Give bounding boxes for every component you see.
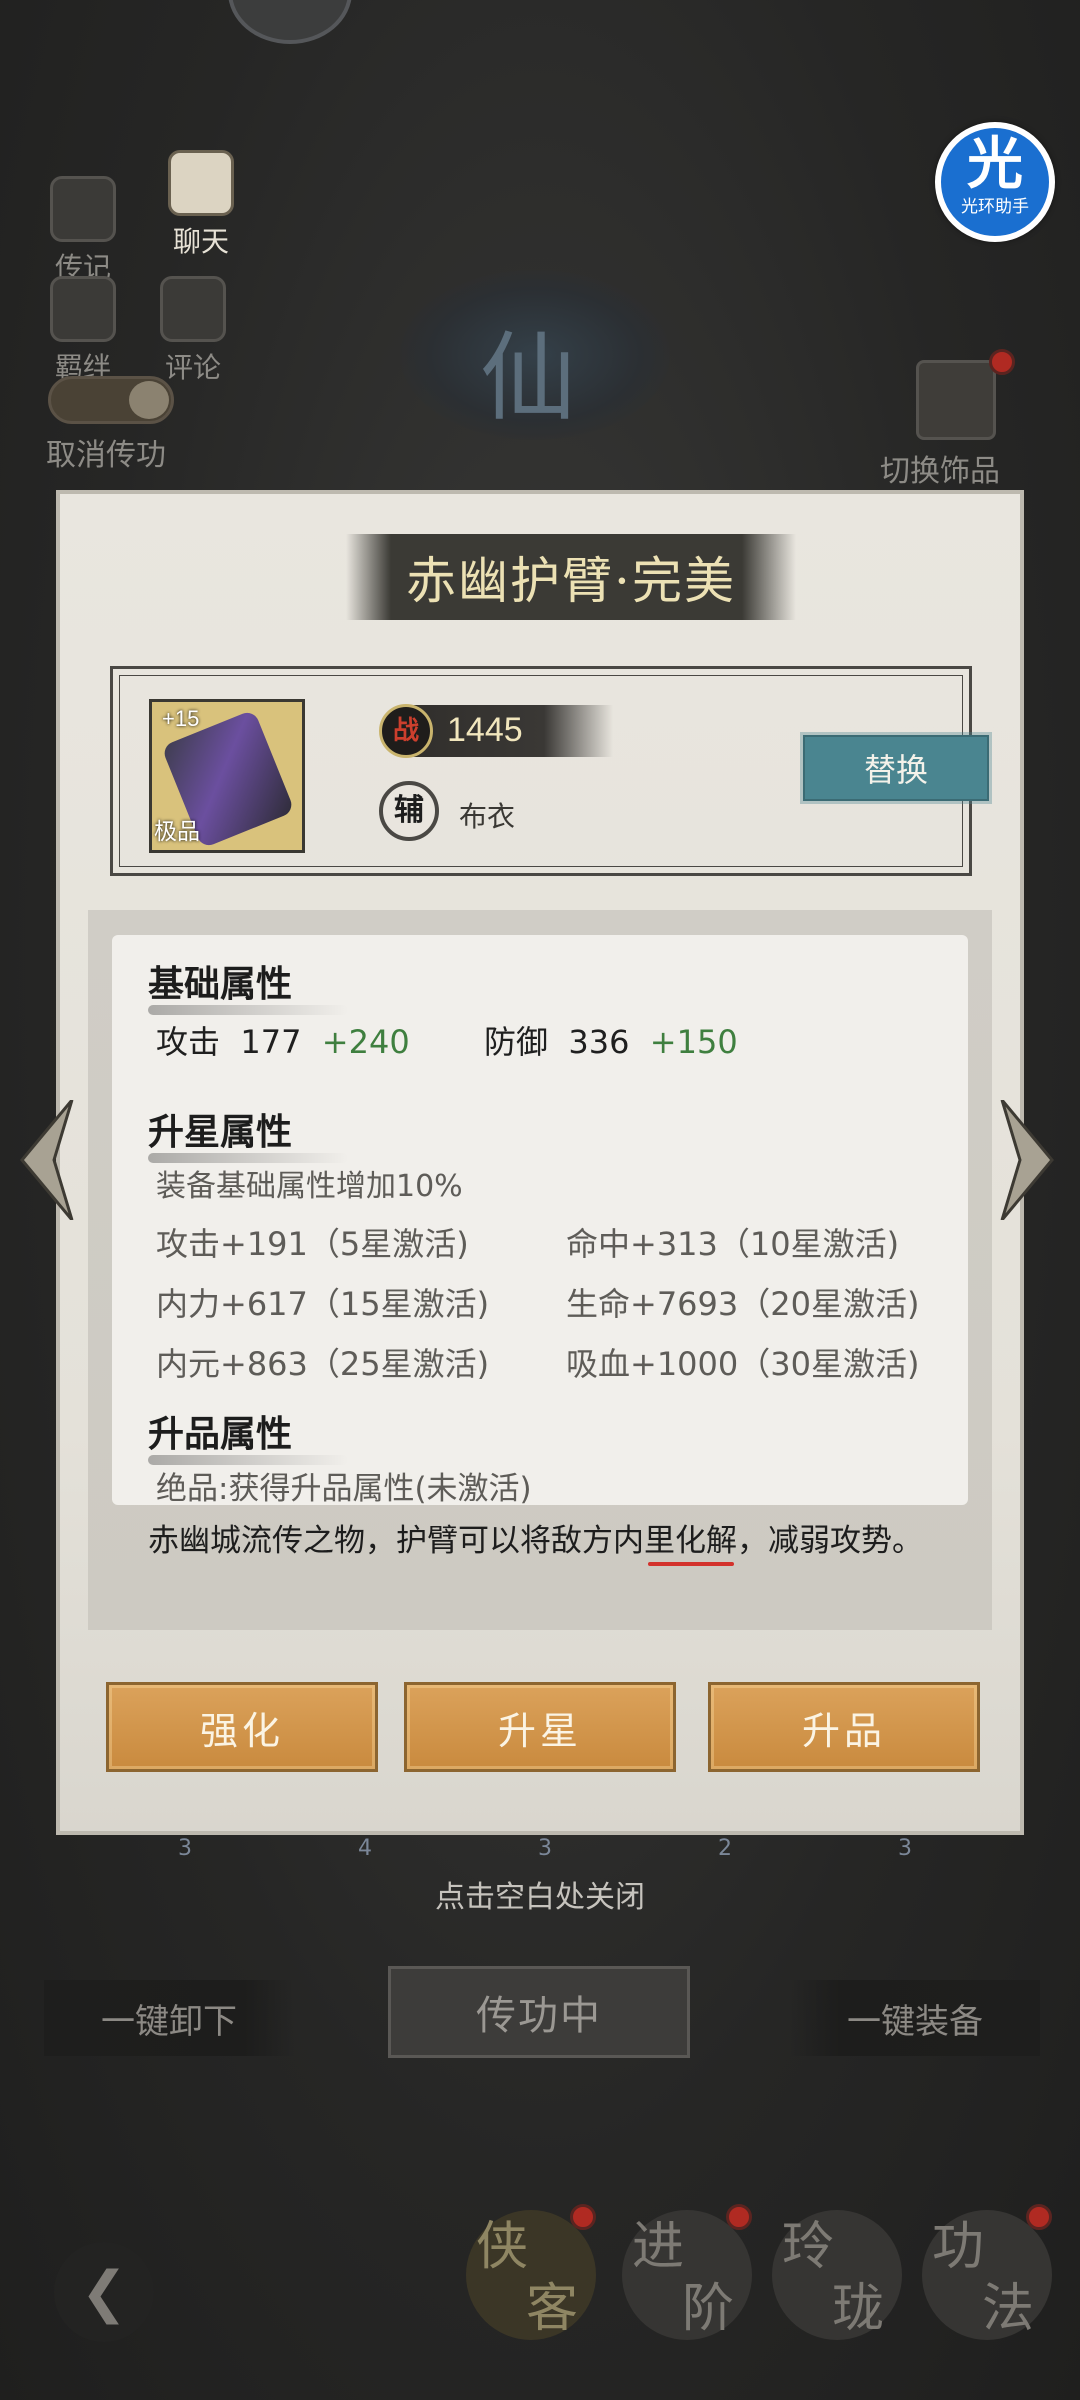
biography-button[interactable]: 传记 <box>50 176 116 286</box>
toggle-knob <box>129 381 169 419</box>
item-description: 赤幽城流传之物，护臂可以将敌方内里化解，减弱攻势。 <box>148 1523 923 1559</box>
defense-line: 防御 336 +150 <box>484 1023 738 1061</box>
pencil-icon <box>160 276 226 342</box>
combat-power-value: 1445 <box>447 711 523 749</box>
enhance-button[interactable]: 强化 <box>106 1682 378 1772</box>
book-icon <box>50 176 116 242</box>
equipment-detail-modal: 赤幽护臂·完美 +15 极品 战 1445 辅 布衣 替换 基础属性 攻击 17… <box>56 490 1024 1835</box>
chevron-left-icon <box>20 1099 74 1221</box>
hex-slot-level: 3 <box>178 1836 192 1861</box>
hex-slot-level: 2 <box>718 1836 732 1861</box>
chat-button[interactable]: 聊天 <box>168 150 234 260</box>
notification-dot <box>1026 2204 1052 2230</box>
transmitting-button[interactable]: 传功中 <box>388 1966 690 2058</box>
tab-linglong[interactable]: 玲 珑 <box>772 2210 902 2340</box>
chat-bubble-icon <box>168 150 234 216</box>
grade-attr-text: 绝品:获得升品属性(未激活) <box>156 1471 532 1505</box>
portrait-icon <box>50 276 116 342</box>
replace-button[interactable]: 替换 <box>803 735 989 801</box>
star-attr-title: 升星属性 <box>148 1103 349 1163</box>
assistant-badge[interactable]: 光 光环助手 <box>935 122 1055 242</box>
close-hint: 点击空白处关闭 <box>435 1880 645 1915</box>
text-underline-mark <box>648 1562 734 1566</box>
attack-line: 攻击 177 +240 <box>156 1023 410 1061</box>
support-icon: 辅 <box>379 781 439 841</box>
accessory-icon <box>916 349 1015 440</box>
armguard-icon[interactable]: +15 极品 <box>149 699 305 853</box>
comment-button[interactable]: 评论 <box>160 276 226 386</box>
star-attr-row: 生命+7693（20星激活) <box>566 1285 920 1323</box>
prev-item-arrow[interactable] <box>14 1099 74 1221</box>
attribute-panel[interactable]: 基础属性 攻击 177 +240 防御 336 +150 升星属性 装备基础属性… <box>112 935 968 1505</box>
bond-button[interactable]: 羁绊 <box>50 276 116 386</box>
hex-slot-level: 3 <box>898 1836 912 1861</box>
equip-all-button[interactable]: 一键装备 <box>790 1980 1040 2056</box>
sect-emblem: 仙 <box>400 270 670 440</box>
hex-slot-level: 3 <box>538 1836 552 1861</box>
set-name: 布衣 <box>459 800 516 833</box>
notification-dot <box>989 349 1015 375</box>
star-attr-row: 吸血+1000（30星激活) <box>566 1345 920 1383</box>
base-attr-title: 基础属性 <box>148 955 349 1015</box>
modal-title-plate: 赤幽护臂·完美 <box>346 534 796 620</box>
combat-power: 战 1445 <box>379 704 613 758</box>
modal-title: 赤幽护臂·完美 <box>406 552 736 610</box>
back-button[interactable]: ❮ <box>54 2242 154 2342</box>
star-attr-row: 内元+863（25星激活) <box>156 1345 490 1383</box>
switch-accessory-button[interactable]: 切换饰品 <box>880 349 1015 490</box>
grade-up-button[interactable]: 升品 <box>708 1682 980 1772</box>
toggle-label: 取消传功 <box>46 438 166 473</box>
notification-dot <box>570 2204 596 2230</box>
tab-heroes[interactable]: 侠 客 <box>466 2204 596 2340</box>
grade-attr-title: 升品属性 <box>148 1405 349 1465</box>
star-attr-summary: 装备基础属性增加10% <box>156 1169 463 1204</box>
star-up-button[interactable]: 升星 <box>404 1682 676 1772</box>
battle-icon: 战 <box>379 704 433 758</box>
tab-skills[interactable]: 功 法 <box>922 2204 1052 2340</box>
tab-advance[interactable]: 进 阶 <box>622 2204 752 2340</box>
star-attr-row: 攻击+191（5星激活) <box>156 1225 469 1263</box>
unequip-all-button[interactable]: 一键卸下 <box>44 1980 294 2056</box>
hex-slot-level: 4 <box>358 1836 372 1861</box>
chevron-left-icon: ❮ <box>80 2259 128 2325</box>
star-attr-row: 内力+617（15星激活) <box>156 1285 490 1323</box>
item-summary-card: +15 极品 战 1445 辅 布衣 替换 <box>110 666 989 876</box>
enhance-level: +15 <box>162 706 200 731</box>
star-attr-row: 命中+313（10星激活) <box>566 1225 900 1263</box>
next-item-arrow[interactable] <box>1000 1099 1060 1221</box>
chevron-right-icon <box>1000 1099 1054 1221</box>
item-grade: 极品 <box>154 819 200 845</box>
notification-dot <box>726 2204 752 2230</box>
cancel-transmit-toggle[interactable] <box>48 376 174 424</box>
